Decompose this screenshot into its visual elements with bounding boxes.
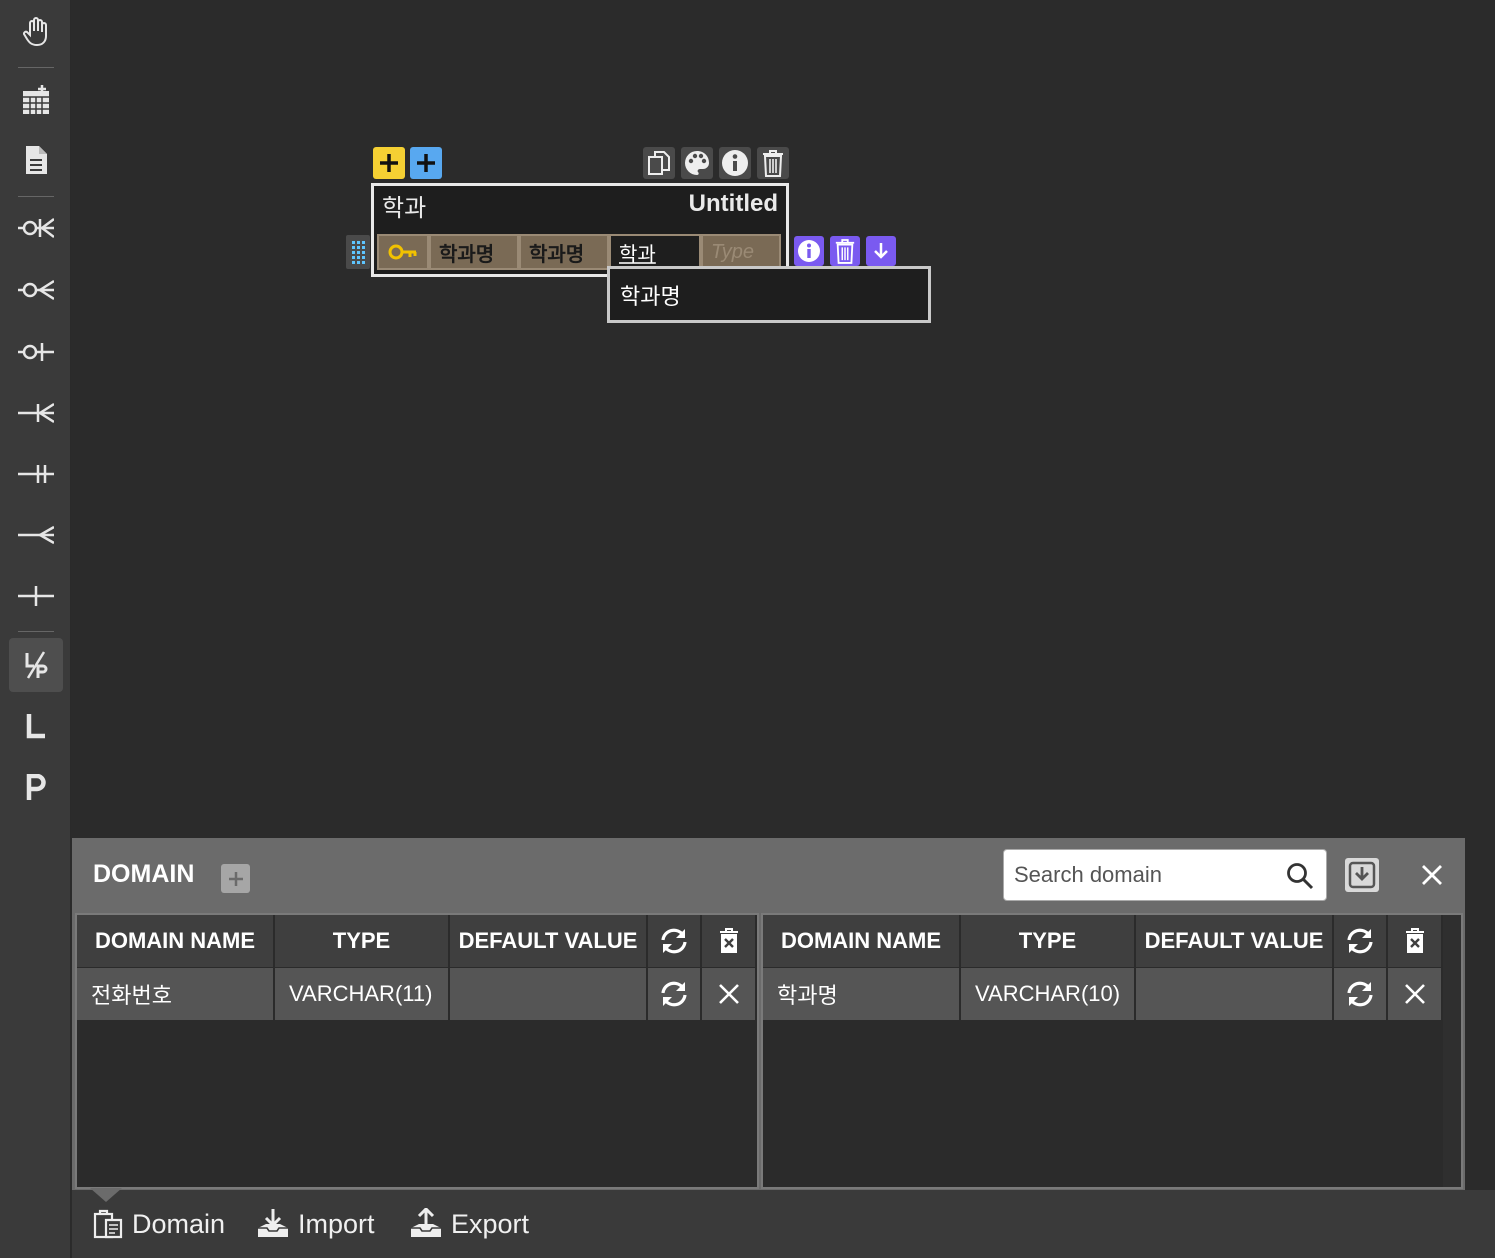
domain-table-left: DOMAIN NAME TYPE DEFAULT VALUE 전화번호 VARC… <box>75 913 759 1189</box>
column-name[interactable]: 학과명 <box>429 234 519 270</box>
one-icon[interactable] <box>9 569 63 623</box>
drag-handle[interactable] <box>346 235 370 269</box>
column-info-icon[interactable] <box>794 236 824 266</box>
column-delete-icon[interactable] <box>830 236 860 266</box>
column-header-type: TYPE <box>275 915 450 967</box>
memo-icon[interactable] <box>9 133 63 187</box>
table-add-icon[interactable] <box>9 73 63 127</box>
delete-row-icon[interactable] <box>702 968 757 1020</box>
column-header-default-value: DEFAULT VALUE <box>1136 915 1334 967</box>
domain-name-cell[interactable]: 전화번호 <box>77 968 275 1020</box>
erd-table[interactable]: 학과 Untitled 학과명 학과명 학과 Type <box>371 183 789 277</box>
column-header-domain-name: DOMAIN NAME <box>763 915 961 967</box>
domain-name-cell[interactable]: 학과명 <box>763 968 961 1020</box>
copy-icon[interactable] <box>643 147 675 179</box>
clipboard-icon <box>93 1209 123 1239</box>
zero-one-icon[interactable] <box>9 325 63 379</box>
identification-icon[interactable] <box>9 638 63 692</box>
column-domain[interactable]: 학과명 <box>519 234 609 270</box>
one-n-icon[interactable] <box>9 386 63 440</box>
sync-icon[interactable] <box>1334 968 1388 1020</box>
table-row[interactable]: 학과명 VARCHAR(10) <box>763 968 1443 1020</box>
close-icon[interactable] <box>1417 860 1447 890</box>
sync-all-icon[interactable] <box>1334 915 1388 967</box>
tab-import[interactable]: Import <box>256 1208 375 1240</box>
delete-all-icon[interactable] <box>702 915 757 967</box>
column-header-default-value: DEFAULT VALUE <box>450 915 648 967</box>
table-row[interactable]: 전화번호 VARCHAR(11) <box>77 968 757 1020</box>
column-header-type: TYPE <box>961 915 1136 967</box>
search-domain-input[interactable] <box>1014 858 1274 892</box>
domain-panel: DOMAIN DOMAIN NAME TYPE DEFAULT VALUE <box>72 838 1465 1190</box>
domain-panel-header: DOMAIN <box>72 838 1465 912</box>
trash-icon[interactable] <box>757 147 789 179</box>
table-header-row: DOMAIN NAME TYPE DEFAULT VALUE <box>763 915 1443 967</box>
tab-domain-label: Domain <box>132 1208 226 1239</box>
import-domain-icon[interactable] <box>1345 858 1379 892</box>
physical-icon[interactable] <box>9 760 63 814</box>
one-only-icon[interactable] <box>9 447 63 501</box>
tab-import-label: Import <box>298 1208 375 1239</box>
search-domain-field[interactable] <box>1003 849 1327 901</box>
scrollbar[interactable] <box>1443 915 1461 1187</box>
domain-type-cell[interactable]: VARCHAR(10) <box>961 968 1136 1020</box>
column-type-field[interactable]: Type <box>701 234 781 270</box>
domain-panel-title: DOMAIN <box>93 860 195 888</box>
sync-icon[interactable] <box>648 968 702 1020</box>
delete-row-icon[interactable] <box>1388 968 1443 1020</box>
primary-key-icon[interactable] <box>377 234 429 270</box>
left-toolbar <box>0 0 71 1258</box>
add-column-pk-button[interactable] <box>410 147 442 179</box>
hand-icon[interactable] <box>9 5 63 59</box>
zero-one-n-icon[interactable] <box>9 201 63 255</box>
tab-export-label: Export <box>451 1208 530 1239</box>
delete-all-icon[interactable] <box>1388 915 1443 967</box>
info-icon[interactable] <box>719 147 751 179</box>
domain-table-right: DOMAIN NAME TYPE DEFAULT VALUE 학과명 VARCH… <box>761 913 1463 1189</box>
export-icon <box>411 1208 441 1237</box>
import-icon <box>258 1209 288 1237</box>
erd-canvas[interactable] <box>72 0 1495 838</box>
domain-default-cell[interactable] <box>450 968 648 1020</box>
column-header-domain-name: DOMAIN NAME <box>77 915 275 967</box>
bottom-tab-bar: Domain Import Export <box>72 1188 1495 1258</box>
add-column-button[interactable] <box>373 147 405 179</box>
n-icon[interactable] <box>9 508 63 562</box>
search-icon[interactable] <box>1286 862 1314 894</box>
table-header-row: DOMAIN NAME TYPE DEFAULT VALUE <box>77 915 757 967</box>
active-tab-marker <box>90 1188 122 1202</box>
tab-domain[interactable]: Domain <box>92 1208 225 1240</box>
sync-all-icon[interactable] <box>648 915 702 967</box>
zero-n-icon[interactable] <box>9 263 63 317</box>
add-domain-button[interactable] <box>221 864 250 893</box>
column-domain-input[interactable]: 학과 <box>609 234 701 270</box>
table-comment[interactable]: Untitled <box>689 190 778 218</box>
tab-export[interactable]: Export <box>409 1208 529 1240</box>
domain-autocomplete-item[interactable]: 학과명 <box>607 266 931 323</box>
domain-default-cell[interactable] <box>1136 968 1334 1020</box>
table-name[interactable]: 학과 <box>382 188 426 223</box>
palette-icon[interactable] <box>681 147 713 179</box>
logical-icon[interactable] <box>9 699 63 753</box>
domain-type-cell[interactable]: VARCHAR(11) <box>275 968 450 1020</box>
column-move-down-icon[interactable] <box>866 236 896 266</box>
